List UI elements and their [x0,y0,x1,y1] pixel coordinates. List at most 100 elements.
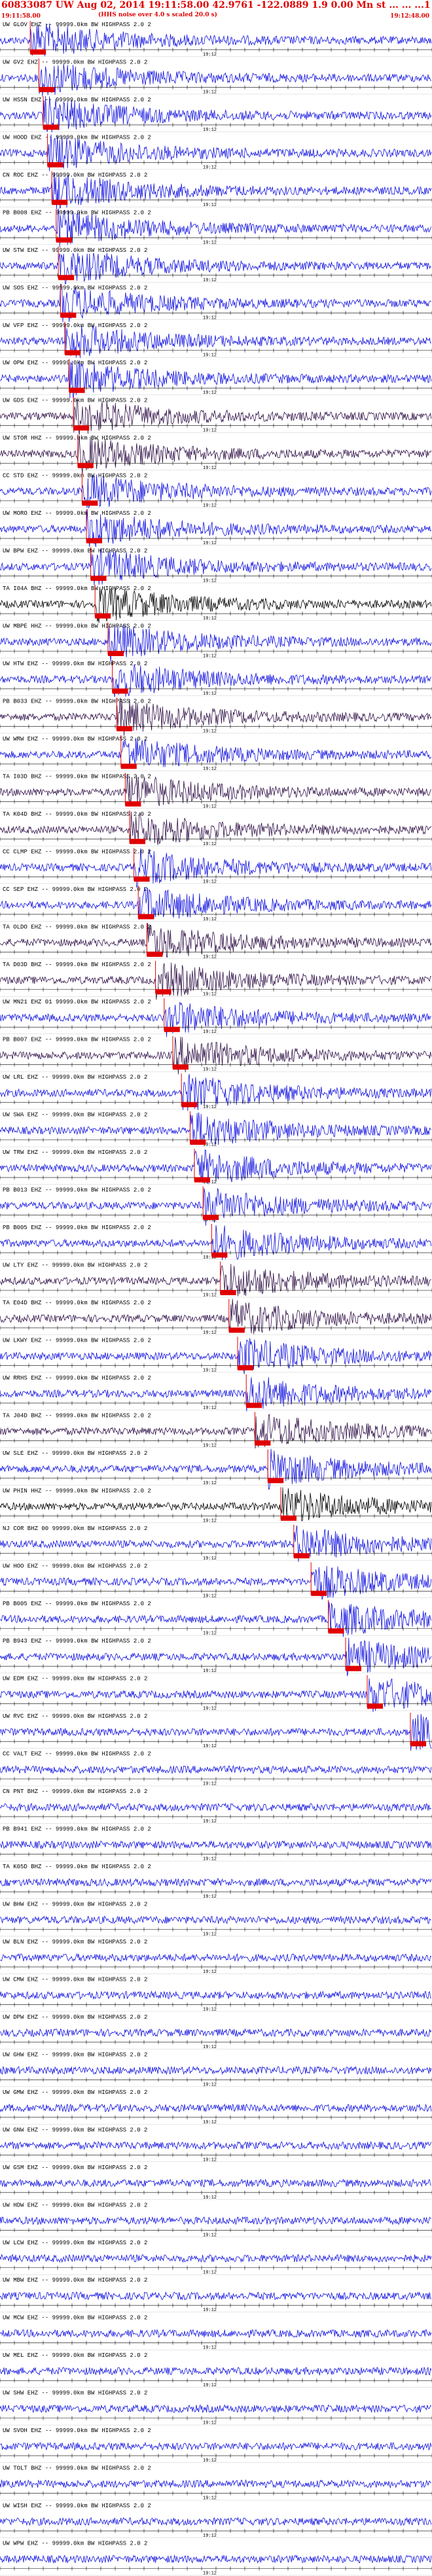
station-label: UW SHW EHZ -- 99999.0km BW HIGHPASS 2.0 … [3,2390,147,2397]
station-label: UW SVOH EHZ -- 99999.0km BW HIGHPASS 2.0… [3,2428,151,2434]
time-mark-label: 19:12 [203,616,217,621]
seismic-trace [0,2178,432,2188]
time-mark-label: 19:12 [203,466,217,471]
time-mark-label: 19:12 [203,1669,217,1674]
phase-pick-marker [60,312,77,318]
station-label: UW HTW EHZ -- 99999.0km BW HIGHPASS 2.0 … [3,661,147,667]
station-label: PB B007 EHZ -- 99999.0km BW HIGHPASS 2.0… [3,1037,151,1043]
station-label: TA OLDO EHZ -- 99999.0km BW HIGHPASS 2.0… [3,924,151,930]
seismic-trace [0,2516,432,2526]
station-label: PB B005 EHZ -- 99999.0km BW HIGHPASS 2.0… [3,1601,151,1607]
seismic-trace [0,2479,431,2489]
seismogram-panel: 19:12 UW GLOV EHZ -- 99999.0km BW HIGHPAS… [0,20,432,2576]
station-label: UW SLE EHZ -- 99999.0km BW HIGHPASS 2.0 … [3,1450,147,1457]
time-mark-label: 19:12 [203,1593,217,1599]
station-label: UW LRL EHZ -- 99999.0km BW HIGHPASS 2.0 … [3,1074,147,1081]
time-mark-label: 19:12 [203,842,217,847]
station-label: PB B005 EHZ -- 99999.0km BW HIGHPASS 2.0… [3,1225,151,1231]
time-mark-label: 19:12 [203,1030,217,1035]
station-label: UW GV2 EHZ -- 99999.0km BW HIGHPASS 2.0 … [3,59,147,65]
time-mark-label: 19:12 [203,2007,217,2012]
time-mark-label: 19:12 [203,541,217,546]
phase-pick-marker [410,1741,426,1747]
phase-pick-marker [194,1177,210,1183]
phase-pick-marker [112,688,128,694]
station-label: PB B008 EHZ -- 99999.0km BW HIGHPASS 2.0… [3,209,151,216]
phase-pick-marker [181,1102,198,1107]
seismic-trace [0,1840,432,1850]
phase-pick-marker [268,1478,284,1484]
seismic-trace [0,2554,432,2564]
time-mark-label: 19:12 [203,52,217,58]
station-label: UW TOLT BHZ -- 99999.0km BW HIGHPASS 2.0… [3,2465,151,2472]
time-mark-label: 19:12 [203,1105,217,1110]
phase-pick-marker [43,124,59,130]
station-label: UW MBW EHZ -- 99999.0km BW HIGHPASS 2.0 … [3,2277,147,2284]
station-label: UW RVC EHZ -- 99999.0km BW HIGHPASS 2.0 … [3,1713,147,1720]
time-mark-label: 19:12 [203,1293,217,1298]
phase-pick-marker [293,1553,310,1559]
seismic-trace [0,2065,432,2076]
time-mark-label: 19:12 [203,504,217,509]
time-mark-label: 19:12 [203,1707,217,1712]
station-label: UW GSM EHZ -- 99999.0km BW HIGHPASS 2.0 … [3,2165,147,2171]
station-label: NJ COR BHZ 00 99999.0km BW HIGHPASS 2.0 … [3,1525,147,1532]
phase-pick-marker [228,1327,245,1333]
station-label: UW LTY EHZ -- 99999.0km BW HIGHPASS 2.0 … [3,1262,147,1269]
time-mark-label: 19:12 [203,879,217,884]
time-mark-label: 19:12 [203,353,217,358]
phase-pick-marker [52,200,68,205]
seismic-trace [0,2291,432,2301]
phase-pick-marker [82,500,98,506]
station-label: UW MBPE HHZ -- 99999.0km BW HIGHPASS 2.0… [3,623,151,630]
station-label: UW HDW EHZ -- 99999.0km BW HIGHPASS 2.0 … [3,2202,147,2208]
seismic-trace [0,1953,432,1962]
station-label: UW RRHS EHZ -- 99999.0km BW HIGHPASS 2.0… [3,1375,151,1382]
station-label: UW WPW EHZ -- 99999.0km BW HIGHPASS 2.0 … [3,2541,147,2547]
station-label: UW CMW EHZ -- 99999.0km BW HIGHPASS 2.0 … [3,1976,147,1983]
time-mark-label: 19:12 [203,1744,217,1749]
phase-pick-marker [30,49,46,55]
time-mark-label: 19:12 [203,917,217,922]
phase-pick-marker [246,1402,262,1408]
time-mark-label: 19:12 [203,1481,217,1486]
phase-pick-marker [238,1365,253,1370]
station-label: UW DPW EHZ -- 99999.0km BW HIGHPASS 2.0 … [3,2014,147,2021]
time-mark-label: 19:12 [203,1556,217,1561]
time-mark-label: 19:12 [203,729,217,734]
station-label: CN PNT BHZ -- 99999.0km BW HIGHPASS 2.0 … [3,1788,147,1795]
station-label: UW MORO EHZ -- 99999.0km BW HIGHPASS 2.0… [3,510,151,517]
time-mark-label: 19:12 [203,804,217,809]
seismic-trace [0,2103,432,2113]
station-label: UW HSSN EHZ -- 99999.0km BW HIGHPASS 2.0… [3,97,151,103]
time-mark-label: 19:12 [203,654,217,659]
station-label: UW VFP EHZ -- 99999.0km BW HIGHPASS 2.0 … [3,322,147,329]
phase-pick-marker [203,1215,219,1221]
phase-pick-marker [311,1590,327,1596]
phase-pick-marker [147,951,163,957]
station-label: UW MCW EHZ -- 99999.0km BW HIGHPASS 2.0 … [3,2315,147,2322]
seismic-trace [0,1990,431,2000]
phase-pick-marker [190,1140,206,1145]
time-mark-label: 19:12 [203,1331,217,1336]
station-label: TA I04A BHZ -- 99999.0km BW HIGHPASS 2.0… [3,585,151,592]
time-mark-label: 19:12 [203,165,217,170]
time-mark-label: 19:12 [203,1406,217,1411]
station-label: CC CLMP EHZ -- 99999.0km BW HIGHPASS 2.0… [3,848,151,855]
station-label: UW WRW EHZ -- 99999.0km BW HIGHPASS 2.0 … [3,736,147,742]
time-mark-label: 19:12 [203,2308,217,2313]
station-label: UW GDS EHZ -- 99999.0km BW HIGHPASS 2.0 … [3,398,147,404]
station-label: UW EDM EHZ -- 99999.0km BW HIGHPASS 2.0 … [3,1676,147,1682]
time-mark-label: 19:12 [203,90,217,95]
station-label: UW BLN EHZ -- 99999.0km BW HIGHPASS 2.0 … [3,1939,147,1945]
station-label: UW TRW EHZ -- 99999.0km BW HIGHPASS 2.0 … [3,1149,147,1156]
station-label: TA K04D BHZ -- 99999.0km BW HIGHPASS 2.0… [3,811,151,818]
station-label: CN ROC EHZ -- 99999.0km BW HIGHPASS 2.0 … [3,172,147,179]
seismogram-svg: 19:12 UW GLOV EHZ -- 99999.0km BW HIGHPAS… [0,21,432,2576]
station-label: UW MEL EHZ -- 99999.0km BW HIGHPASS 2.0 … [3,2352,147,2359]
seismic-trace [0,2216,431,2225]
station-label: PB B033 EHZ -- 99999.0km BW HIGHPASS 2.0… [3,698,151,705]
station-label: UW OPW EHZ -- 99999.0km BW HIGHPASS 2.0 … [3,360,147,366]
station-label: UW GMW EHZ -- 99999.0km BW HIGHPASS 2.0 … [3,2089,147,2096]
station-label: UW GLOV EHZ -- 99999.0km BW HIGHPASS 2.0… [3,22,151,28]
